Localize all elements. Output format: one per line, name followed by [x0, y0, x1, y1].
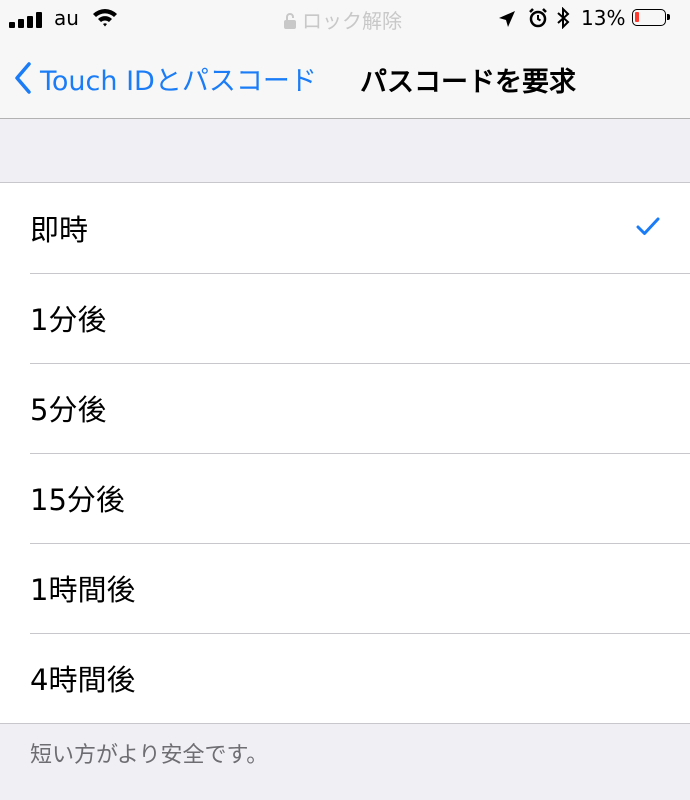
- page-title: パスコードを要求: [360, 67, 576, 98]
- checkmark-icon: [636, 216, 660, 240]
- alarm-clock-icon: [528, 7, 548, 34]
- option-label: 15分後: [30, 483, 125, 517]
- lock-status-text: ロック解除: [302, 9, 402, 33]
- option-row[interactable]: 1分後: [0, 273, 690, 363]
- battery-percentage: 13%: [581, 6, 626, 30]
- carrier-name: au: [54, 6, 79, 30]
- option-label: 5分後: [30, 393, 107, 427]
- passcode-options-list: 即時 1分後 5分後 15分後 1時間後 4時間後: [0, 182, 690, 724]
- unlock-icon: [284, 13, 296, 29]
- back-button[interactable]: Touch IDとパスコード: [14, 58, 317, 98]
- option-label: 即時: [30, 213, 89, 247]
- chevron-left-icon: [15, 62, 31, 94]
- navigation-bar: Touch IDとパスコード パスコードを要求: [0, 38, 690, 119]
- battery-level: [635, 12, 639, 22]
- status-bar: au ロック解除 13%: [0, 0, 690, 38]
- option-row[interactable]: 5分後: [0, 363, 690, 453]
- location-arrow-icon: [498, 9, 516, 33]
- option-label: 1時間後: [30, 573, 136, 607]
- wifi-icon: [92, 7, 118, 32]
- lock-status: ロック解除: [283, 5, 402, 34]
- option-row[interactable]: 4時間後: [0, 633, 690, 723]
- back-button-label: Touch IDとパスコード: [40, 65, 317, 97]
- option-label: 4時間後: [30, 663, 136, 697]
- option-row[interactable]: 1時間後: [0, 543, 690, 633]
- option-row[interactable]: 即時: [0, 183, 690, 273]
- cellular-signal-icon: [9, 12, 47, 28]
- bluetooth-icon: [556, 6, 570, 34]
- option-row[interactable]: 15分後: [0, 453, 690, 543]
- option-label: 1分後: [30, 303, 107, 337]
- footer-note: 短い方がより安全です。: [30, 743, 269, 768]
- battery-icon: [632, 9, 670, 26]
